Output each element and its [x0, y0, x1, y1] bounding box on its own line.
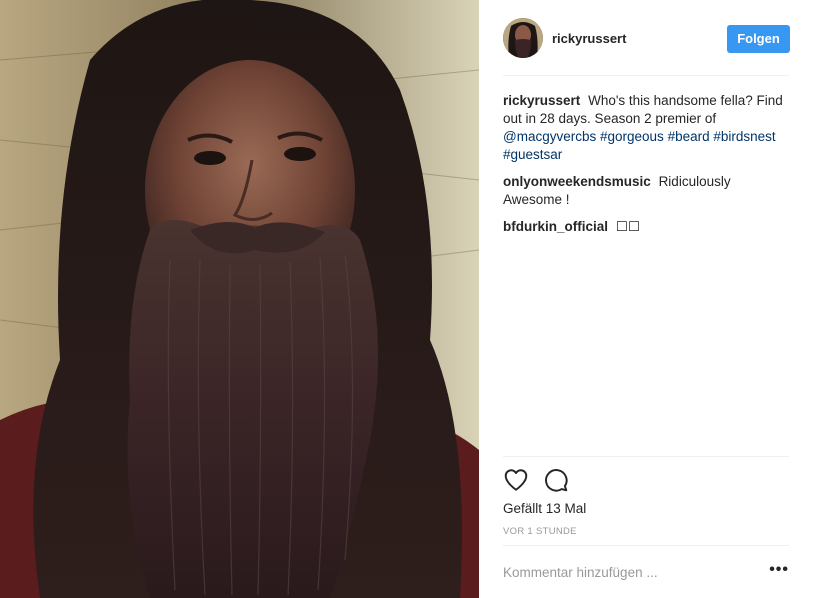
comment-item: onlyonweekendsmusic Ridiculously Awesome… — [503, 173, 789, 209]
comment-bubble-icon-svg — [545, 469, 568, 492]
add-comment-row: ••• — [503, 545, 789, 598]
post-header: rickyrussert Folgen — [503, 18, 790, 76]
comments-list: rickyrussert Who's this handsome fella? … — [503, 92, 789, 245]
hashtag-link[interactable]: #guestsar — [503, 147, 562, 162]
more-options-icon[interactable]: ••• — [769, 562, 789, 578]
comment-item: rickyrussert Who's this handsome fella? … — [503, 92, 789, 164]
hashtag-link[interactable]: #beard — [668, 129, 710, 144]
hashtag-link[interactable]: #birdsnest — [713, 129, 775, 144]
hashtag-link[interactable]: #gorgeous — [600, 129, 664, 144]
mention-link[interactable]: @macgyvercbs — [503, 129, 596, 144]
likes-count[interactable]: Gefällt 13 Mal — [503, 501, 586, 516]
post-actions: Gefällt 13 Mal VOR 1 STUNDE — [503, 456, 789, 544]
comment-bubble-icon[interactable] — [543, 467, 569, 493]
comment-author[interactable]: bfdurkin_official — [503, 219, 608, 234]
heart-icon[interactable] — [503, 467, 529, 493]
post-side-panel: rickyrussert Folgen rickyrussert Who's t… — [479, 0, 813, 598]
heart-icon-svg — [504, 469, 528, 491]
post-timestamp[interactable]: VOR 1 STUNDE — [503, 526, 577, 537]
author-username[interactable]: rickyrussert — [552, 31, 626, 46]
avatar-image — [503, 18, 543, 58]
comment-text: ☐☐ — [615, 219, 640, 234]
comment-item: bfdurkin_official ☐☐ — [503, 218, 789, 236]
comment-author[interactable]: onlyonweekendsmusic — [503, 174, 651, 189]
bearded-man-photo — [0, 0, 479, 598]
comment-input[interactable] — [503, 560, 743, 584]
comment-author[interactable]: rickyrussert — [503, 93, 580, 108]
follow-button[interactable]: Folgen — [727, 25, 790, 53]
post-photo[interactable] — [0, 0, 479, 598]
avatar[interactable] — [503, 18, 543, 58]
